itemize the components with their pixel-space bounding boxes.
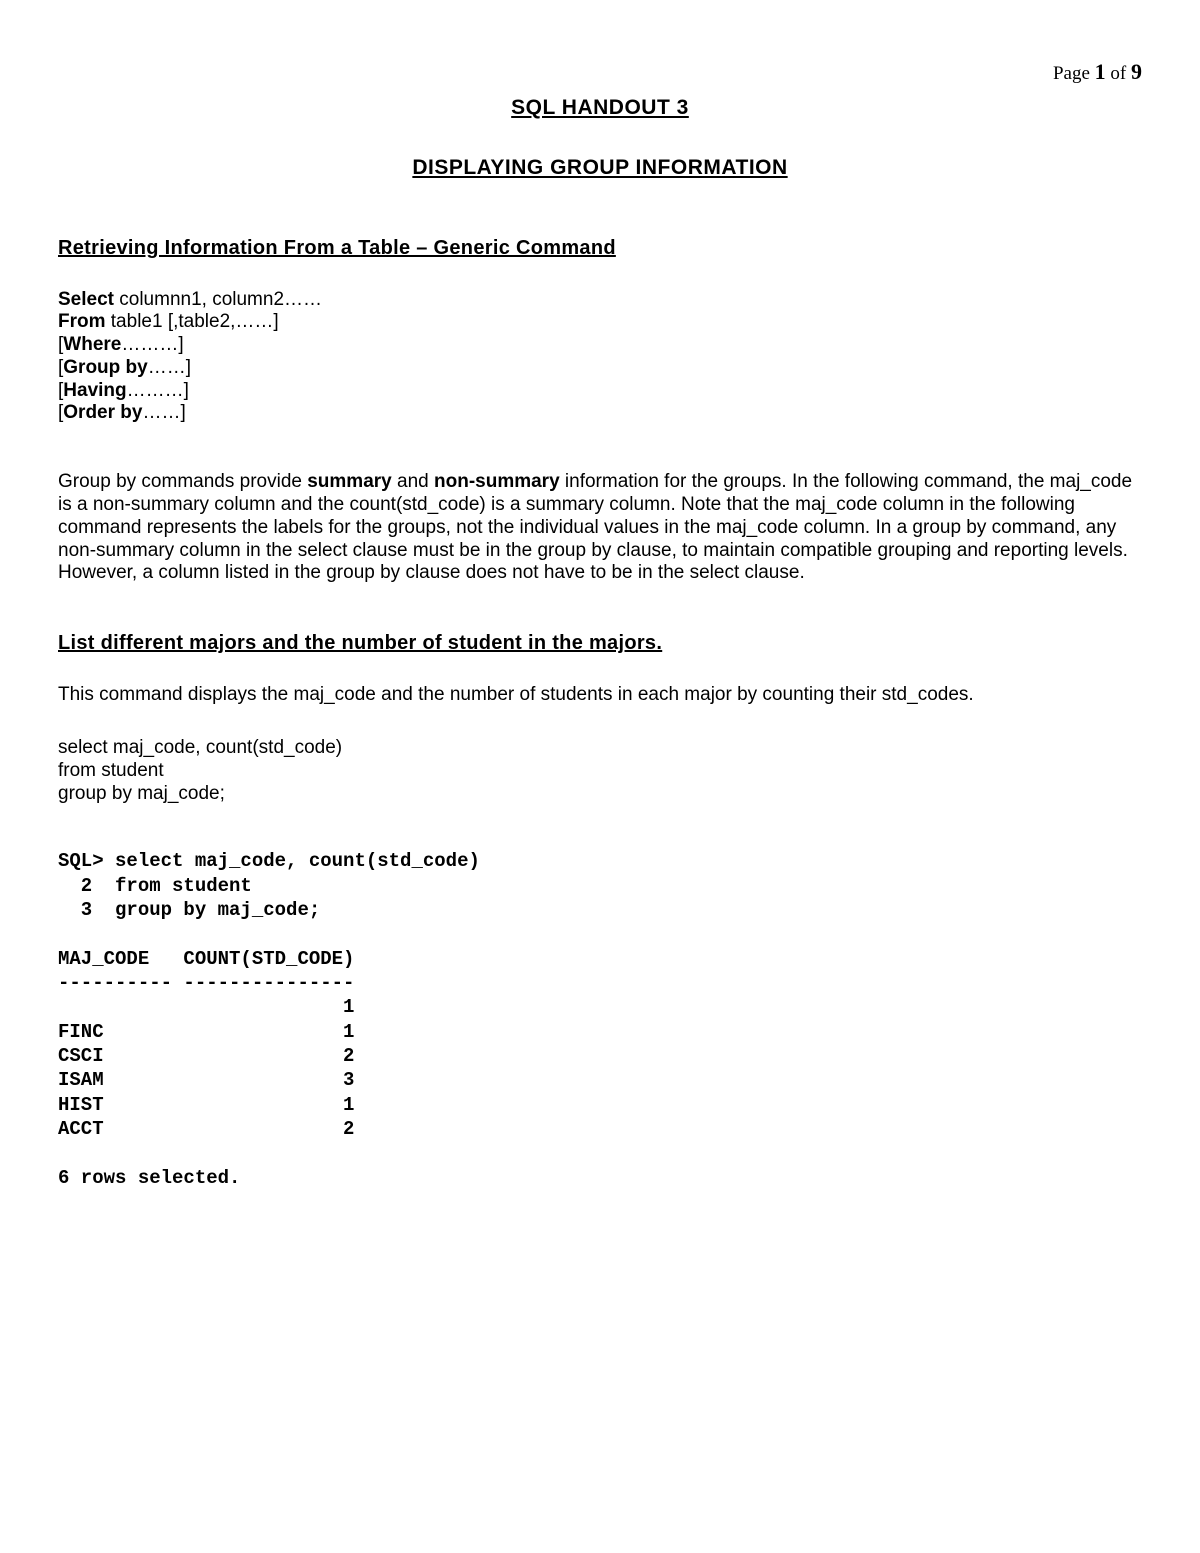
syntax-orderby-rest: ……] xyxy=(142,402,185,423)
syntax-line-select: Select columnn1, column2…… xyxy=(58,289,1142,312)
kw-select: Select xyxy=(58,289,119,310)
section-heading-1: Retrieving Information From a Table – Ge… xyxy=(58,236,1142,261)
kw-where: Where xyxy=(63,334,121,355)
query-line-3: group by maj_code; xyxy=(58,783,1142,806)
generic-command-syntax: Select columnn1, column2…… From table1 [… xyxy=(58,289,1142,426)
query-line-2: from student xyxy=(58,760,1142,783)
kw-groupby: Group by xyxy=(63,357,147,378)
syntax-line-groupby: [Group by……] xyxy=(58,357,1142,380)
syntax-having-rest: ………] xyxy=(127,380,189,401)
syntax-line-orderby: [Order by……] xyxy=(58,402,1142,425)
page-total: 9 xyxy=(1131,59,1142,84)
paragraph-groupby-explanation: Group by commands provide summary and no… xyxy=(58,471,1142,585)
syntax-from-rest: table1 [,table2,……] xyxy=(111,311,279,332)
page-body: SQL HANDOUT 3 DISPLAYING GROUP INFORMATI… xyxy=(0,0,1200,1190)
doc-title-1: SQL HANDOUT 3 xyxy=(58,95,1142,121)
syntax-line-having: [Having………] xyxy=(58,380,1142,403)
query-line-1: select maj_code, count(std_code) xyxy=(58,737,1142,760)
sql-output: SQL> select maj_code, count(std_code) 2 … xyxy=(58,849,1142,1189)
kw-having: Having xyxy=(63,380,126,401)
page-current: 1 xyxy=(1095,59,1106,84)
kw-from: From xyxy=(58,311,111,332)
page-label-prefix: Page xyxy=(1053,63,1095,84)
kw-orderby: Order by xyxy=(63,402,142,423)
syntax-groupby-rest: ……] xyxy=(148,357,191,378)
paragraph-command-description: This command displays the maj_code and t… xyxy=(58,684,1142,707)
syntax-line-where: [Where………] xyxy=(58,334,1142,357)
doc-title-2: DISPLAYING GROUP INFORMATION xyxy=(58,155,1142,181)
para1-pre: Group by commands provide xyxy=(58,471,307,492)
page-number: Page 1 of 9 xyxy=(1053,58,1142,86)
page-of: of xyxy=(1106,63,1131,84)
para1-kw-nonsummary: non-summary xyxy=(434,471,560,492)
syntax-where-rest: ………] xyxy=(121,334,183,355)
syntax-select-rest: columnn1, column2…… xyxy=(119,289,322,310)
para1-mid: and xyxy=(392,471,434,492)
para1-kw-summary: summary xyxy=(307,471,392,492)
section-heading-2: List different majors and the number of … xyxy=(58,631,1142,656)
syntax-line-from: From table1 [,table2,……] xyxy=(58,311,1142,334)
sql-query-text: select maj_code, count(std_code) from st… xyxy=(58,737,1142,805)
